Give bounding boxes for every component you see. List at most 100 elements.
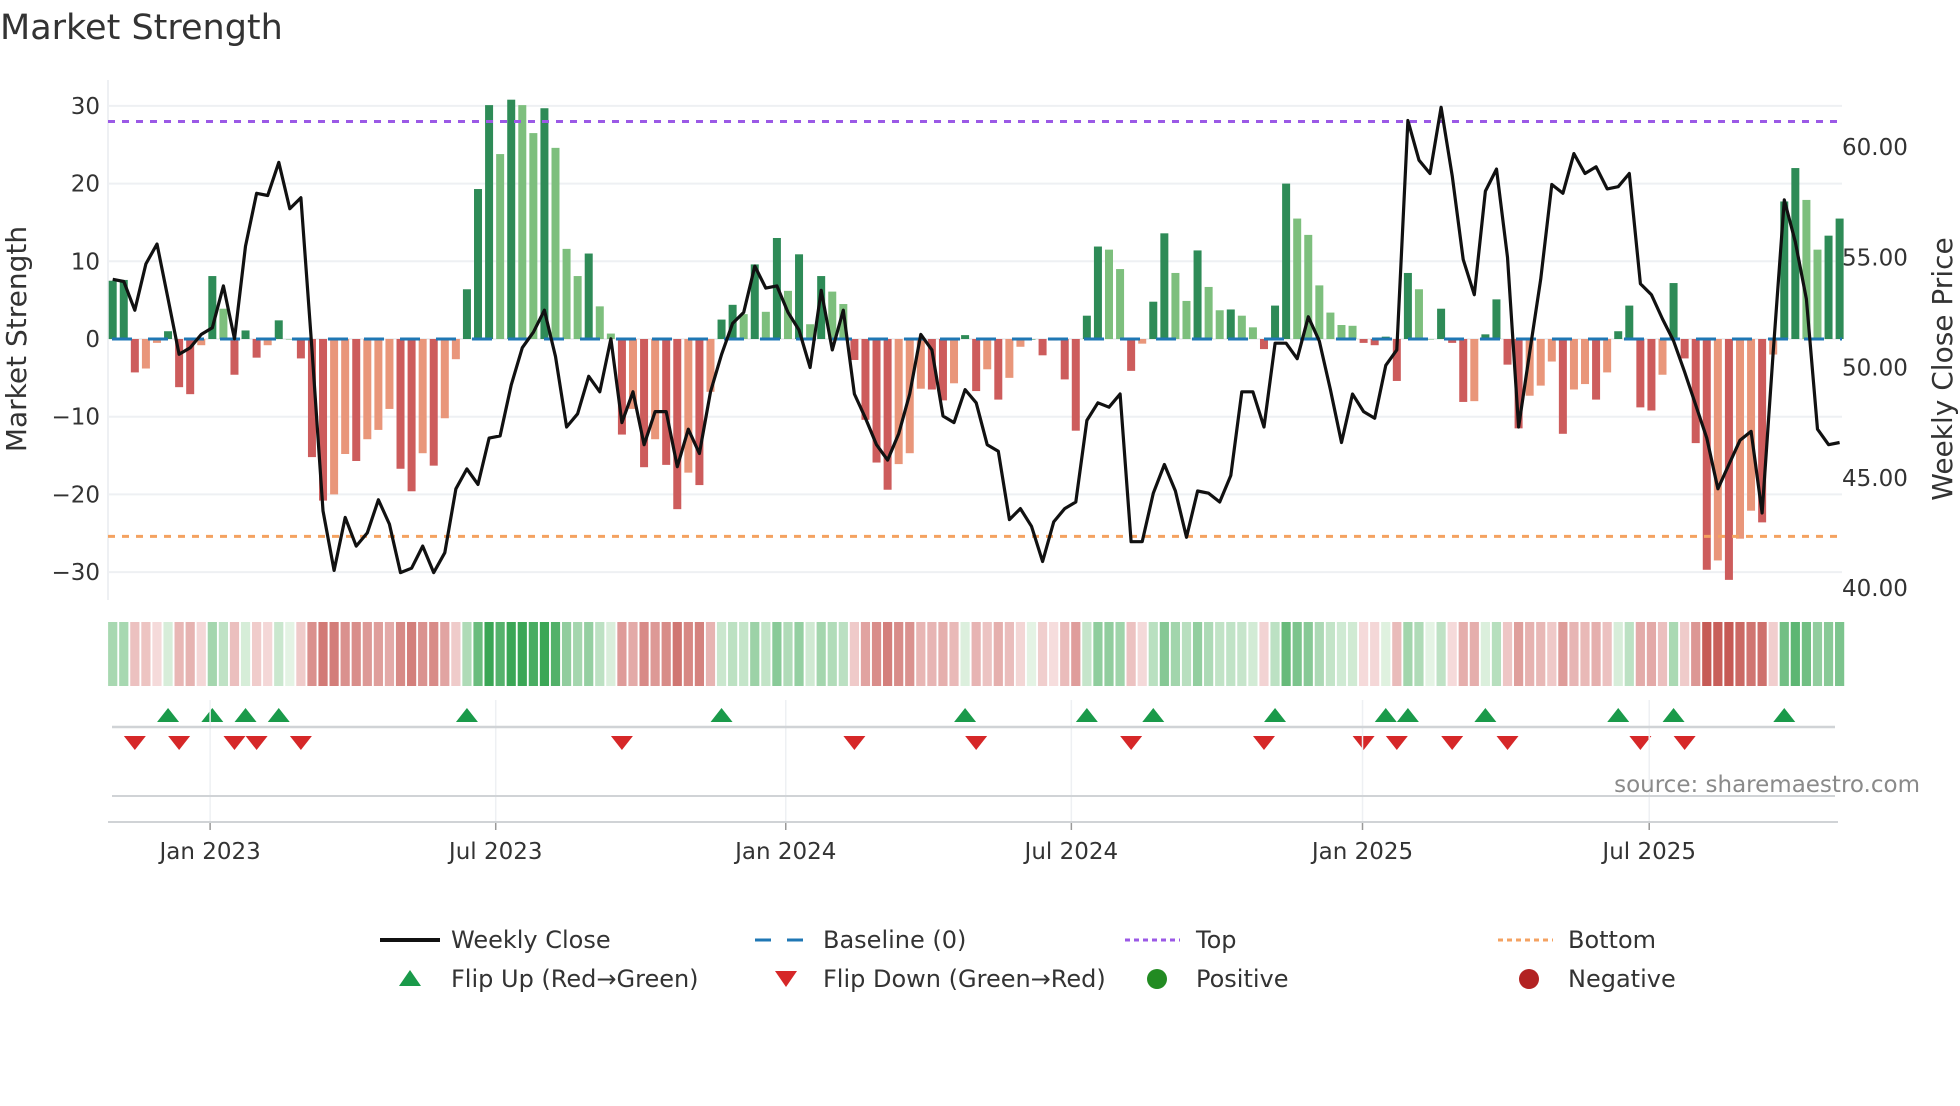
heat-cell — [539, 622, 550, 686]
strength-bar-positive — [1614, 331, 1623, 339]
right-axis-title: Weekly Close Price — [1926, 237, 1959, 500]
flip-up-marker — [1374, 708, 1397, 722]
flip-up-marker — [710, 708, 733, 722]
heat-cell — [639, 622, 649, 686]
heat-cell — [1148, 622, 1158, 686]
y-tick-label: 20 — [71, 172, 100, 198]
flip-down-marker — [168, 736, 191, 750]
heat-cell — [750, 622, 760, 686]
heat-cell — [528, 622, 538, 686]
heat-cell — [1801, 622, 1812, 686]
strength-bar-negative — [230, 339, 239, 375]
strength-bar-negative — [1503, 339, 1512, 365]
y-tick-label: 30 — [71, 94, 100, 120]
heat-cell — [108, 622, 118, 686]
heat-cell — [484, 622, 494, 686]
flip-up-marker — [1773, 708, 1796, 722]
strength-bar-positive — [1403, 272, 1412, 339]
y2-tick-label: 55.00 — [1842, 245, 1908, 271]
heat-cell — [1292, 622, 1302, 686]
heat-cell — [816, 622, 826, 686]
heat-cell — [462, 622, 472, 686]
left-axis-ticks: 30 20 10 0 −10 −20 −30 — [51, 94, 100, 586]
strength-bar-negative — [1713, 339, 1722, 561]
heat-cell — [1779, 622, 1789, 686]
strength-bar-negative — [972, 339, 981, 392]
flip-down-marker — [843, 736, 866, 750]
heat-cell — [440, 622, 450, 686]
strength-bar-positive — [1625, 305, 1634, 339]
heat-cell — [1381, 622, 1391, 686]
heat-cell — [1757, 622, 1767, 686]
strength-bar-positive — [1492, 299, 1501, 339]
heat-cell — [130, 622, 140, 686]
strength-bar-negative — [1592, 339, 1601, 400]
strength-bar-negative — [374, 339, 383, 430]
strength-bar-negative — [352, 339, 361, 461]
heat-cell — [1359, 622, 1369, 686]
market-strength-chart: Market Strength 30 20 10 0 −10 −20 −30 60.00 55… — [0, 8, 1959, 993]
strength-bar-positive — [108, 280, 117, 339]
heat-cell — [1624, 622, 1634, 686]
strength-bar-negative — [330, 339, 339, 495]
heat-cell — [307, 622, 317, 686]
heat-cell — [1137, 622, 1147, 686]
heat-cell — [1724, 622, 1734, 686]
flip-up-marker — [1396, 708, 1419, 722]
strength-bar-negative — [1005, 339, 1014, 378]
heat-cell — [152, 622, 162, 686]
heat-cell — [827, 622, 837, 686]
flip-down-marker — [1441, 736, 1464, 750]
strength-bar-positive — [1215, 310, 1224, 339]
heat-cell — [1491, 622, 1502, 686]
strength-bar-positive — [1160, 233, 1169, 339]
flip-up-marker — [267, 708, 290, 722]
flip-up-marker — [1075, 708, 1098, 722]
strength-bar-positive — [1414, 289, 1423, 339]
heat-cell — [395, 622, 406, 686]
heat-cell — [595, 622, 605, 686]
flip-down-marker — [123, 736, 146, 750]
strength-bar-positive — [1326, 312, 1335, 339]
heat-cell — [1469, 622, 1479, 686]
heat-cell — [1181, 622, 1192, 686]
strength-bar-positive — [1237, 315, 1246, 339]
strength-bar-positive — [1149, 301, 1158, 339]
heat-cell — [1602, 622, 1612, 686]
y2-tick-label: 40.00 — [1842, 576, 1908, 602]
legend-circle-icon — [1519, 969, 1539, 989]
strength-bar-positive — [518, 105, 527, 339]
strength-bar-negative — [1658, 339, 1667, 375]
y-tick-label: −20 — [51, 482, 100, 508]
strength-bar-positive — [1824, 235, 1833, 339]
heat-cell — [993, 622, 1003, 686]
legend: Weekly Close Baseline (0) Top Bottom Flip Up… — [380, 926, 1676, 993]
heat-cell — [229, 622, 240, 686]
legend-triangle-up-icon — [399, 970, 421, 986]
strength-bar-positive — [1116, 269, 1125, 339]
heat-cell — [362, 622, 372, 686]
heat-cell — [694, 622, 705, 686]
flip-markers — [123, 708, 1796, 750]
heat-cell — [783, 622, 793, 686]
heat-cell — [119, 622, 129, 686]
heat-cell — [174, 622, 184, 686]
heat-cell — [705, 622, 716, 686]
strength-bar-positive — [540, 108, 549, 339]
heat-cell — [1680, 622, 1690, 686]
heat-cell — [1591, 622, 1601, 686]
x-tick-label: Jul 2023 — [447, 839, 543, 865]
strength-bar-positive — [507, 99, 516, 340]
heat-cell — [252, 622, 262, 686]
strength-bar-positive — [1248, 327, 1257, 339]
heat-cell — [916, 622, 926, 686]
legend-triangle-down-icon — [775, 971, 797, 987]
heat-cell — [1657, 622, 1668, 686]
heat-cell — [1635, 622, 1645, 686]
strength-bar-negative — [141, 339, 150, 369]
strength-bar-negative — [850, 339, 859, 360]
strength-bar-positive — [529, 133, 538, 339]
legend-label: Positive — [1196, 965, 1289, 993]
heat-cell — [517, 622, 527, 686]
heat-cell — [1026, 622, 1037, 686]
